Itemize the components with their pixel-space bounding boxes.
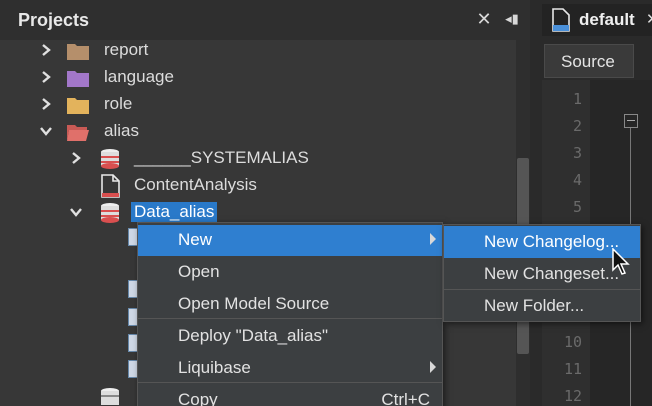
tree-item-contentanalysis[interactable]: ContentAnalysis xyxy=(0,172,516,199)
tab-source[interactable]: Source xyxy=(544,44,634,78)
menu-item-label: Deploy "Data_alias" xyxy=(178,326,329,345)
editor-area: default ✕ Source 1 2 3 4 5 10 11 12 xyxy=(530,0,652,406)
fold-collapse-icon[interactable] xyxy=(624,114,638,128)
menu-item-open[interactable]: Open xyxy=(138,257,442,288)
line-number: 3 xyxy=(572,144,582,162)
menu-item-label: New Changelog... xyxy=(484,232,620,251)
database-icon xyxy=(98,147,122,171)
submenu-arrow-icon xyxy=(430,233,436,245)
projects-panel-header: Projects ✕ ◂▮ xyxy=(0,0,530,40)
line-number: 12 xyxy=(563,387,582,405)
tree-item-label: role xyxy=(104,94,133,113)
tree-item-label: alias xyxy=(104,121,139,140)
tree-item-systemalias[interactable]: ______SYSTEMALIAS xyxy=(0,145,516,172)
menu-item-label: New Changeset... xyxy=(484,264,620,283)
line-number: 5 xyxy=(572,198,582,216)
menu-item-label: Open xyxy=(178,262,220,281)
menu-item-liquibase[interactable]: Liquibase xyxy=(138,353,442,384)
tree-item-label: ContentAnalysis xyxy=(134,175,257,194)
file-icon xyxy=(98,174,122,198)
submenu-arrow-icon xyxy=(430,361,436,373)
close-icon[interactable]: ✕ xyxy=(474,8,494,30)
menu-item-label: New xyxy=(178,230,213,249)
folder-icon xyxy=(66,66,90,90)
tree-item-label: report xyxy=(104,40,149,59)
menu-item-label: New Folder... xyxy=(484,296,585,315)
chevron-down-icon[interactable] xyxy=(38,122,54,140)
tree-item-role[interactable]: role xyxy=(0,91,516,118)
menu-item-label: Open Model Source xyxy=(178,294,330,313)
menu-item-copy[interactable]: Copy Ctrl+C xyxy=(138,385,442,406)
line-number: 2 xyxy=(572,117,582,135)
tree-item-language[interactable]: language xyxy=(0,64,516,91)
chevron-right-icon[interactable] xyxy=(38,41,54,59)
projects-panel-title: Projects xyxy=(18,10,90,30)
editor-tab-title: default xyxy=(579,10,635,29)
document-icon xyxy=(551,8,571,32)
line-number: 11 xyxy=(563,360,582,378)
mouse-pointer-icon xyxy=(612,248,630,275)
chevron-down-icon[interactable] xyxy=(68,203,84,221)
menu-item-deploy[interactable]: Deploy "Data_alias" xyxy=(138,321,442,352)
tree-item-label: language xyxy=(104,67,174,86)
menu-item-new-folder[interactable]: New Folder... xyxy=(444,290,640,322)
menu-item-new[interactable]: New xyxy=(138,225,442,256)
folder-icon xyxy=(66,39,90,63)
database-icon xyxy=(98,386,122,406)
menu-item-label: Copy xyxy=(178,390,218,406)
tree-item-label: ______SYSTEMALIAS xyxy=(134,148,309,167)
chevron-right-icon[interactable] xyxy=(38,95,54,113)
line-number: 10 xyxy=(563,333,582,351)
tree-scrollbar[interactable] xyxy=(516,40,530,406)
database-icon xyxy=(98,201,122,225)
minimize-panel-icon[interactable]: ◂▮ xyxy=(502,8,522,30)
tab-source-label: Source xyxy=(561,52,615,71)
line-number: 1 xyxy=(572,90,582,108)
menu-item-new-changelog[interactable]: New Changelog... xyxy=(444,226,640,258)
context-menu: New Open Open Model Source Deploy "Data_… xyxy=(137,222,443,406)
menu-separator xyxy=(138,382,442,383)
chevron-right-icon[interactable] xyxy=(38,68,54,86)
tree-item-label-selected: Data_alias xyxy=(131,202,218,222)
menu-item-open-model-source[interactable]: Open Model Source xyxy=(138,289,442,320)
menu-item-label: Liquibase xyxy=(178,358,251,377)
close-icon[interactable]: ✕ xyxy=(646,10,652,28)
line-number: 4 xyxy=(572,171,582,189)
tree-item-report[interactable]: report xyxy=(0,37,516,64)
menu-separator xyxy=(138,318,442,319)
folder-icon xyxy=(66,93,90,117)
menu-item-new-changeset[interactable]: New Changeset... xyxy=(444,258,640,290)
folder-open-icon xyxy=(66,120,90,144)
menu-item-shortcut: Ctrl+C xyxy=(381,390,430,406)
chevron-right-icon[interactable] xyxy=(68,149,84,167)
tree-item-alias[interactable]: alias xyxy=(0,118,516,145)
